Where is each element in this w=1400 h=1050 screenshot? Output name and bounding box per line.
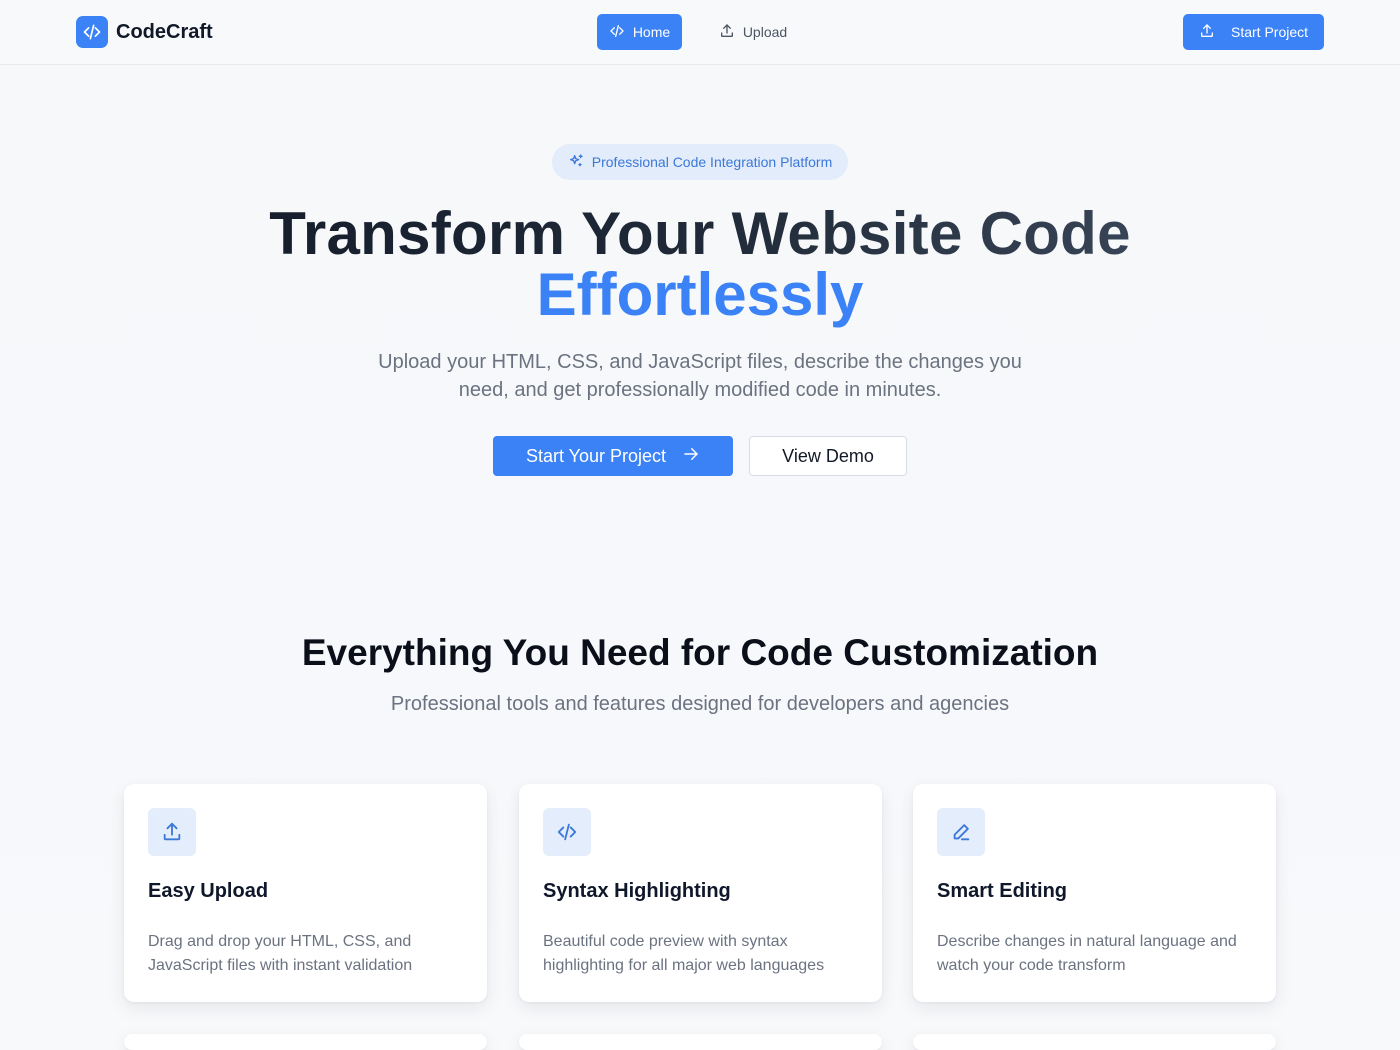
view-demo-label: View Demo: [782, 445, 874, 466]
feature-card-title: Easy Upload: [148, 880, 269, 902]
start-your-project-label: Start Your Project: [525, 445, 667, 466]
nav-upload-label: Upload: [742, 24, 788, 40]
brand-logo[interactable]: CodeCraft: [76, 16, 213, 48]
feature-card-description: Describe changes in natural language and…: [937, 933, 1237, 974]
feature-card-title: Smart Editing: [937, 880, 1068, 902]
features-title: Everything You Need for Code Customizati…: [301, 632, 1099, 673]
code-icon: [543, 808, 591, 856]
feature-card-title: Syntax Highlighting: [543, 880, 731, 902]
feature-card-partial: [519, 1034, 882, 1050]
start-project-button[interactable]: Start Project: [1183, 14, 1324, 50]
feature-card-partial: [124, 1034, 487, 1050]
feature-card-easy-upload: Easy Upload Drag and drop your HTML, CSS…: [124, 784, 487, 1002]
start-your-project-button[interactable]: Start Your Project: [493, 436, 733, 476]
nav-upload-button[interactable]: Upload: [708, 14, 798, 50]
feature-card-smart-editing: Smart Editing Describe changes in natura…: [913, 784, 1276, 1002]
upload-icon: [148, 808, 196, 856]
hero-title-highlight: Effortlessly: [536, 261, 864, 328]
feature-card-syntax-highlighting: Syntax Highlighting Beautiful code previ…: [519, 784, 882, 1002]
start-project-label: Start Project: [1230, 24, 1309, 40]
platform-badge: Professional Code Integration Platform: [552, 144, 848, 180]
top-navbar: CodeCraft Home Upload Start Project: [0, 0, 1400, 65]
feature-card-description: Drag and drop your HTML, CSS, and JavaSc…: [148, 933, 413, 974]
arrow-right-icon: [682, 445, 700, 468]
badge-label: Professional Code Integration Platform: [591, 154, 833, 170]
brand-name: CodeCraft: [116, 20, 213, 43]
features-subtitle: Professional tools and features designed…: [390, 693, 1010, 715]
code-icon: [609, 23, 625, 42]
upload-icon: [1199, 23, 1215, 42]
sparkles-icon: [568, 153, 584, 172]
feature-card-description: Beautiful code preview with syntax highl…: [543, 933, 825, 974]
code-icon: [76, 16, 108, 48]
pencil-icon: [937, 808, 985, 856]
hero-title: Transform Your Website Code: [0, 200, 1400, 268]
nav-home-button[interactable]: Home: [597, 14, 682, 50]
upload-icon: [719, 23, 735, 42]
view-demo-button[interactable]: View Demo: [749, 436, 907, 476]
hero-subtitle: Upload your HTML, CSS, and JavaScript fi…: [378, 351, 1022, 401]
nav-home-label: Home: [632, 24, 671, 40]
feature-card-partial: [913, 1034, 1276, 1050]
